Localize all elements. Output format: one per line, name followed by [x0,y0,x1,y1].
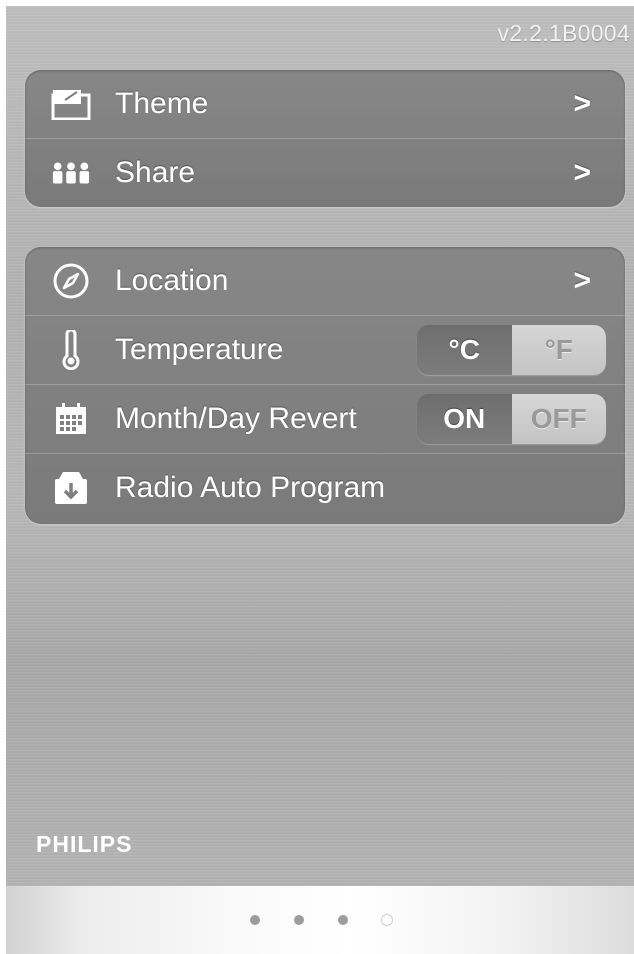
chevron-right-icon: > [573,156,591,189]
month-day-revert-row: Month/Day Revert ON OFF [25,384,625,453]
brand-logo: PHILIPS [36,831,133,857]
theme-label: Theme [115,87,209,120]
page-dots [250,915,392,925]
theme-row[interactable]: Theme > [25,70,625,138]
compass-icon [51,261,91,301]
settings-group-general: Theme > Share > [25,70,625,207]
celsius-option[interactable]: °C [417,325,512,375]
thermometer-icon [51,330,91,370]
settings-screen: v2.2.1B0004 Theme > Share > Location > T… [6,6,634,886]
share-row[interactable]: Share > [25,138,625,207]
location-label: Location [115,264,229,297]
chevron-right-icon: > [573,87,591,120]
page-dot[interactable] [338,915,348,925]
page-dot[interactable] [250,915,260,925]
fahrenheit-option[interactable]: °F [511,325,606,375]
location-row[interactable]: Location > [25,247,625,315]
radio-auto-program-row[interactable]: Radio Auto Program [25,453,625,522]
page-dot-active[interactable] [382,915,392,925]
chevron-right-icon: > [573,264,591,297]
download-box-icon [51,468,91,508]
page-indicator-bar [6,886,634,954]
temperature-row: Temperature °C °F [25,315,625,384]
on-option[interactable]: ON [417,394,512,444]
off-option[interactable]: OFF [511,394,606,444]
share-label: Share [115,156,196,189]
radio-auto-program-label: Radio Auto Program [115,471,386,504]
people-icon [51,153,91,193]
month-day-revert-label: Month/Day Revert [115,402,357,435]
version-label: v2.2.1B0004 [497,20,630,46]
temperature-label: Temperature [115,333,284,366]
theme-icon [51,84,91,124]
page-dot[interactable] [294,915,304,925]
settings-group-device: Location > Temperature °C °F Month/Day R… [25,247,625,524]
temperature-unit-toggle[interactable]: °C °F [417,325,606,375]
calendar-icon [51,399,91,439]
month-day-revert-toggle[interactable]: ON OFF [417,394,606,444]
